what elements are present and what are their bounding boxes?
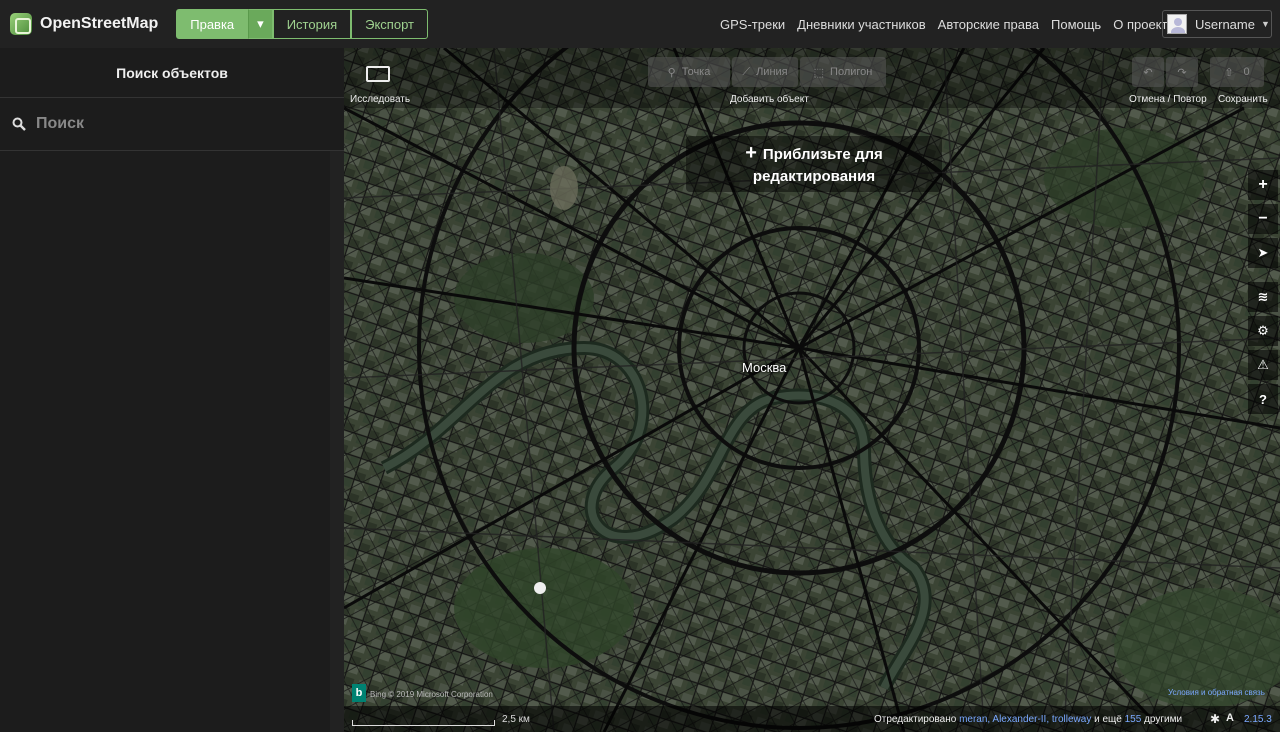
- bing-logo-icon: b: [352, 684, 366, 702]
- geolocate-button[interactable]: ➤: [1248, 238, 1278, 268]
- map-view[interactable]: Исследовать ⚲ Точка ⟋ Линия ⬚ Полигон До…: [344, 48, 1280, 732]
- zoom-to-edit-button[interactable]: + Приблизьте для редактирования: [686, 136, 942, 192]
- version-link[interactable]: 2.15.3: [1244, 714, 1272, 725]
- add-area-label: Полигон: [830, 66, 873, 78]
- edit-history-info: Отредактировано meran, Alexander-II, tro…: [874, 714, 1182, 725]
- history-more-prefix: и ещё: [1094, 714, 1122, 725]
- add-line-button[interactable]: ⟋ Линия: [732, 57, 798, 87]
- sidebar-search: [0, 98, 344, 151]
- layers-icon: ≋: [1257, 289, 1269, 304]
- line-icon: ⟋: [742, 65, 751, 78]
- osm-app: OpenStreetMap Правка ▾ История Экспорт G…: [0, 0, 1280, 732]
- undo-redo-label: Отмена / Повтор: [1129, 94, 1207, 105]
- bug-report-icon[interactable]: ✱: [1210, 712, 1220, 726]
- map-footer: 2,5 км Отредактировано meran, Alexander-…: [344, 706, 1280, 732]
- scale-bar[interactable]: [352, 720, 495, 726]
- logo-text: OpenStreetMap: [40, 15, 159, 32]
- translate-icon[interactable]: A: [1226, 712, 1234, 724]
- help-button[interactable]: ?: [1248, 384, 1278, 414]
- edit-dropdown-button[interactable]: ▾: [248, 9, 273, 39]
- top-header: OpenStreetMap Правка ▾ История Экспорт G…: [0, 0, 1280, 48]
- nav-copyright[interactable]: Авторские права: [938, 17, 1039, 32]
- save-button[interactable]: ⇧ 0: [1210, 57, 1264, 87]
- warning-icon: ⚠: [1257, 357, 1269, 372]
- help-icon: ?: [1259, 391, 1267, 407]
- chevron-down-icon: ▼: [1260, 19, 1270, 29]
- edit-button-group: Правка ▾ История Экспорт: [176, 9, 428, 39]
- location-arrow-icon: ➤: [1257, 245, 1269, 260]
- undo-icon: ↶: [1143, 66, 1153, 79]
- add-point-button[interactable]: ⚲ Точка: [648, 57, 730, 87]
- map-pin-icon: ⚲: [667, 66, 676, 79]
- issues-button[interactable]: ⚠: [1248, 350, 1278, 380]
- user-menu[interactable]: Username ▼: [1162, 10, 1272, 38]
- search-icon: [12, 117, 26, 131]
- scale-label: 2,5 км: [502, 714, 530, 725]
- background-button[interactable]: ≋: [1248, 282, 1278, 312]
- history-button[interactable]: История: [272, 9, 352, 39]
- history-more-count[interactable]: 155: [1125, 714, 1142, 725]
- sidebar-scrollbar[interactable]: [330, 151, 344, 732]
- explore-label: Исследовать: [350, 94, 411, 105]
- zoom-to-edit-label: Приблизьте для редактирования: [752, 146, 883, 185]
- imagery-attribution: Bing © 2019 Microsoft Corporation: [370, 690, 493, 699]
- map-data-button[interactable]: ⚙: [1248, 316, 1278, 346]
- zoom-in-button[interactable]: +: [1248, 170, 1278, 200]
- terms-link[interactable]: Условия и обратная связь: [1168, 688, 1265, 697]
- sidebar-toggle-icon[interactable]: [366, 66, 390, 82]
- save-count: 0: [1243, 66, 1250, 78]
- add-area-button[interactable]: ⬚ Полигон: [800, 57, 886, 87]
- logo[interactable]: OpenStreetMap: [10, 13, 158, 35]
- nav-diaries[interactable]: Дневники участников: [797, 17, 926, 32]
- main-nav: GPS-треки Дневники участников Авторские …: [720, 0, 1187, 48]
- polygon-icon: ⬚: [813, 66, 825, 79]
- export-button[interactable]: Экспорт: [351, 9, 428, 39]
- map-data-icon: ⚙: [1257, 323, 1269, 338]
- plus-icon: +: [745, 142, 757, 164]
- upload-icon: ⇧: [1224, 66, 1234, 79]
- add-line-label: Линия: [756, 66, 788, 78]
- feature-search-input[interactable]: [36, 115, 316, 133]
- history-users-link[interactable]: meran, Alexander-II, trolleway: [959, 714, 1091, 725]
- redo-button[interactable]: ↷: [1166, 57, 1198, 87]
- city-label: Москва: [742, 360, 787, 375]
- plus-icon: +: [1258, 176, 1268, 193]
- nav-gps-traces[interactable]: GPS-треки: [720, 17, 785, 32]
- chevron-down-icon: ▾: [257, 16, 264, 31]
- save-label: Сохранить: [1218, 94, 1268, 105]
- avatar: [1167, 14, 1187, 34]
- zoom-out-button[interactable]: −: [1248, 204, 1278, 234]
- edit-button[interactable]: Правка: [176, 9, 249, 39]
- add-point-label: Точка: [681, 66, 711, 78]
- add-object-label: Добавить объект: [730, 94, 809, 105]
- osm-logo-icon: [10, 13, 32, 35]
- username: Username: [1195, 16, 1255, 32]
- nav-help[interactable]: Помощь: [1051, 17, 1101, 32]
- redo-icon: ↷: [1177, 66, 1187, 79]
- sidebar: Поиск объектов: [0, 48, 344, 732]
- sidebar-title: Поиск объектов: [0, 48, 344, 98]
- undo-button[interactable]: ↶: [1132, 57, 1164, 87]
- minus-icon: −: [1258, 210, 1268, 227]
- history-more-suffix: другими: [1144, 714, 1183, 725]
- history-prefix: Отредактировано: [874, 714, 957, 725]
